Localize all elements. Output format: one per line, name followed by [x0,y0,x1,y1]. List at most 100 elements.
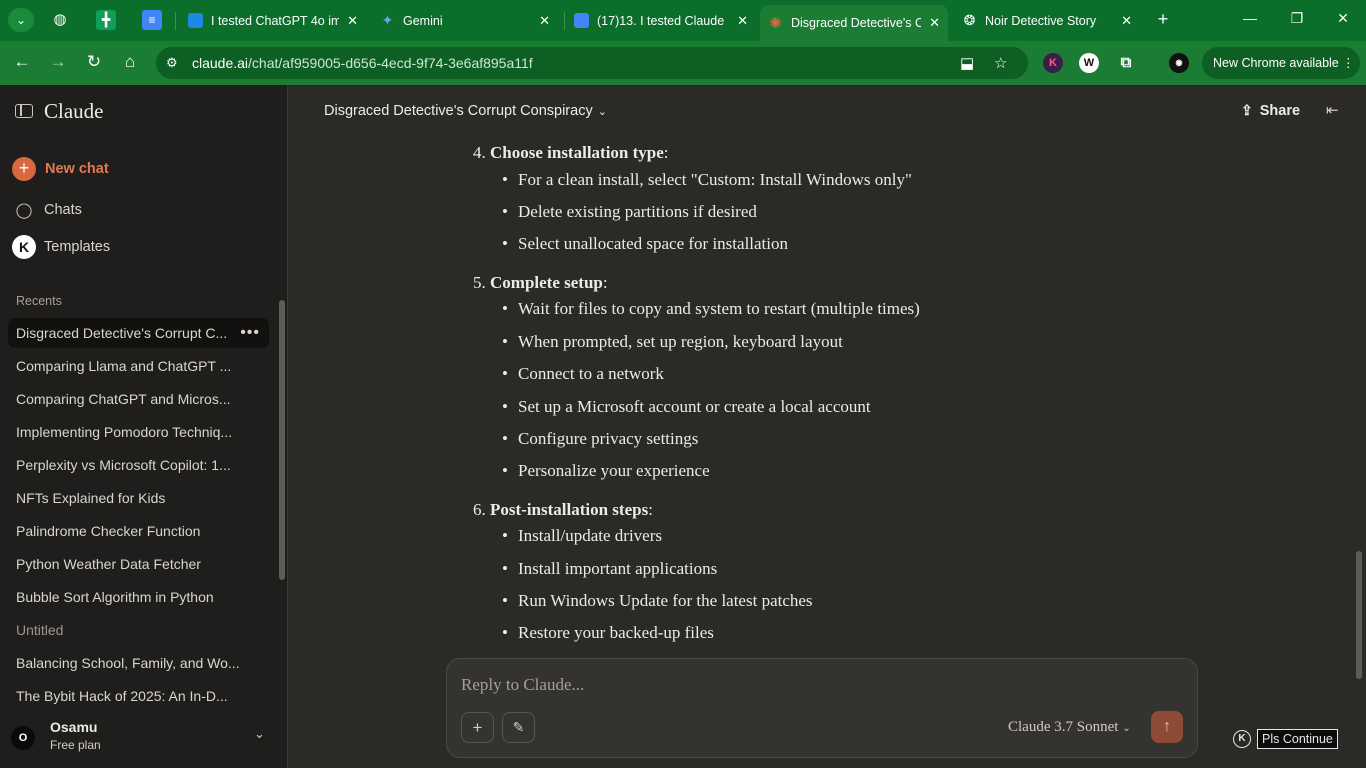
tab-title: Gemini [403,13,443,28]
address-bar[interactable]: ⚙ claude.ai/chat/af959005-d656-4ecd-9f74… [156,47,1028,79]
tab-close-icon[interactable]: ✕ [1121,13,1132,29]
tab-separator [175,12,176,30]
home-icon[interactable]: ⌂ [118,52,142,72]
extension-w-icon[interactable]: W [1079,53,1099,73]
recent-chat-label: Disgraced Detective's Corrupt C... [16,325,228,341]
user-name: Osamu [50,719,98,735]
tab-3-active[interactable]: ✺ Disgraced Detective's C ✕ [760,5,948,41]
new-chat-button[interactable]: + New chat [12,157,109,181]
url-text[interactable]: claude.ai/chat/af959005-d656-4ecd-9f74-3… [192,55,533,71]
tab-close-icon[interactable]: ✕ [347,13,358,29]
sidebar-item-label: Templates [44,239,111,255]
model-label: Claude 3.7 Sonnet [1008,719,1119,735]
tab-search-icon[interactable]: ⌄ [8,8,34,32]
recent-chat-label: Balancing School, Family, and Wo... [16,655,240,671]
tab-1[interactable]: ✦ Gemini ✕ [372,6,558,35]
extension-k-icon[interactable]: K [1043,53,1063,73]
step-number: 4. [473,143,486,162]
pls-continue-button[interactable]: Pls Continue [1257,729,1338,749]
new-chrome-available-button[interactable]: New Chrome available ⋮ [1202,47,1360,79]
pls-continue-overlay[interactable]: K Pls Continue [1233,729,1338,749]
sheets-tab-icon[interactable]: ╋ [96,10,116,30]
back-icon[interactable]: ← [10,52,34,72]
share-button[interactable]: ⇪ Share [1241,102,1300,119]
step-title: Post-installation steps [490,500,649,519]
new-tab-icon[interactable]: + [1152,9,1174,30]
globe-icon[interactable]: ◍ [50,10,70,30]
recent-chat-item[interactable]: Balancing School, Family, and Wo... [8,648,269,678]
list-item: Set up a Microsoft account or create a l… [502,397,871,417]
recent-chat-item[interactable]: NFTs Explained for Kids [8,483,269,513]
tab-4[interactable]: ❂ Noir Detective Story ✕ [954,6,1140,35]
recent-chat-item[interactable]: Comparing ChatGPT and Micros... [8,384,269,414]
recent-chat-item[interactable]: Disgraced Detective's Corrupt C... ••• [8,318,269,348]
restore-icon[interactable]: ❐ [1287,10,1307,27]
brand-logo[interactable]: Claude [44,99,103,124]
recent-chat-item[interactable]: Comparing Llama and ChatGPT ... [8,351,269,381]
step-colon: : [648,500,653,519]
close-window-icon[interactable]: ✕ [1333,10,1353,27]
recent-chat-item[interactable]: Bubble Sort Algorithm in Python [8,582,269,612]
list-item: Connect to a network [502,364,664,384]
recent-chat-label: Palindrome Checker Function [16,523,201,539]
chevron-down-icon[interactable]: ⌄ [254,726,265,742]
model-selector[interactable]: Claude 3.7 Sonnet ⌄ [1008,719,1131,736]
profile-avatar-icon[interactable]: ◉ [1169,53,1189,73]
recent-chat-item[interactable]: Palindrome Checker Function [8,516,269,546]
extensions-puzzle-icon[interactable]: ⧉ [1116,53,1136,73]
list-item: For a clean install, select "Custom: Ins… [502,170,912,190]
recent-chat-item[interactable]: Perplexity vs Microsoft Copilot: 1... [8,450,269,480]
reload-icon[interactable]: ↻ [82,52,106,72]
user-menu[interactable]: O Osamu Free plan ⌄ [0,710,287,768]
recent-chat-item[interactable]: Implementing Pomodoro Techniq... [8,417,269,447]
tab-2[interactable]: (17)13. I tested Claude ✕ [566,6,756,35]
docs-tab-icon[interactable]: ≡ [142,10,162,30]
sidebar-scrollbar[interactable] [279,300,285,580]
recent-chat-label: Python Weather Data Fetcher [16,556,201,572]
chat-title-dropdown[interactable]: Disgraced Detective's Corrupt Conspiracy… [324,103,607,119]
collapse-panel-icon[interactable]: ⇤ [1326,101,1339,119]
tab-close-icon[interactable]: ✕ [539,13,550,29]
assistant-message: 4. Choose installation type: For a clean … [288,143,1366,743]
sidebar-toggle-icon[interactable] [15,104,33,118]
tab-title: Disgraced Detective's C [791,16,922,30]
sidebar: Claude + New chat ◯ Chats K Templates Re… [0,85,288,768]
share-label: Share [1259,102,1301,119]
list-item: Delete existing partitions if desired [502,202,757,222]
minimize-icon[interactable]: — [1240,10,1260,26]
recent-chat-label: Bubble Sort Algorithm in Python [16,589,214,605]
step-number: 6. [473,500,486,519]
sidebar-item-chats[interactable]: ◯ Chats [12,201,82,219]
step-heading: 6. Post-installation steps: [473,500,653,520]
tab-title: Noir Detective Story [985,13,1097,28]
chat-scrollbar[interactable] [1356,551,1362,679]
bookmark-star-icon[interactable]: ☆ [994,54,1007,72]
composer: + ✎ Claude 3.7 Sonnet⌄ ↑ [446,658,1198,758]
attach-plus-button[interactable]: + [461,712,494,743]
new-chat-label: New chat [45,161,109,177]
more-options-icon[interactable]: ••• [240,318,260,348]
site-info-icon[interactable]: ⚙ [166,55,178,71]
recent-chat-item[interactable]: Untitled [8,615,269,645]
recent-chat-label: Perplexity vs Microsoft Copilot: 1... [16,457,231,473]
send-button[interactable]: ↑ [1151,711,1183,743]
list-item: Select unallocated space for installatio… [502,234,788,254]
claude-logo-icon: ✺ [769,14,782,32]
recent-chat-item[interactable]: Python Weather Data Fetcher [8,549,269,579]
tab-close-icon[interactable]: ✕ [929,15,940,31]
step-heading: 4. Choose installation type: [473,143,669,163]
chat-bubble-icon: ◯ [15,202,33,219]
recent-chat-item[interactable]: The Bybit Hack of 2025: An In-D... [8,681,269,711]
sidebar-item-templates[interactable]: K Templates [12,235,110,259]
step-number: 5. [473,273,486,292]
install-app-icon[interactable]: ⬓ [960,54,974,72]
tab-0[interactable]: I tested ChatGPT 4o im ✕ [180,6,366,35]
more-vertical-icon[interactable]: ⋮ [1342,47,1355,79]
tab-close-icon[interactable]: ✕ [737,13,748,29]
list-item: Run Windows Update for the latest patche… [502,591,813,611]
reply-input[interactable] [461,675,961,695]
style-pen-button[interactable]: ✎ [502,712,535,743]
forward-icon[interactable]: → [46,52,70,72]
list-item: Personalize your experience [502,461,710,481]
list-item: Install/update drivers [502,526,662,546]
